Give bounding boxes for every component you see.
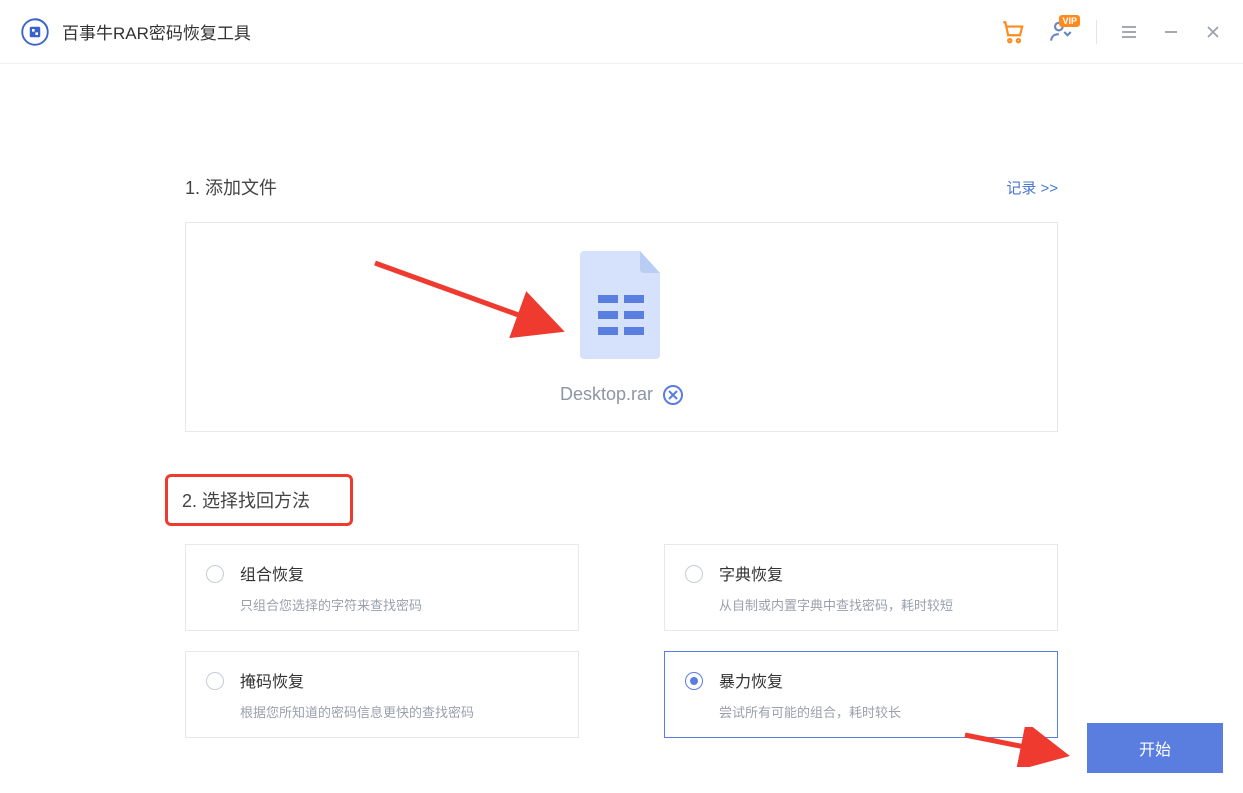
methods-grid: 组合恢复 只组合您选择的字符来查找密码 字典恢复 从自制或内置字典中查找密码，耗… <box>185 544 1058 738</box>
method-mask[interactable]: 掩码恢复 根据您所知道的密码信息更快的查找密码 <box>185 651 579 738</box>
method-title: 掩码恢复 <box>240 668 474 692</box>
radio-bruteforce[interactable] <box>685 672 703 690</box>
start-button[interactable]: 开始 <box>1087 723 1223 773</box>
method-desc: 从自制或内置字典中查找密码，耗时较短 <box>719 595 953 614</box>
radio-dictionary[interactable] <box>685 565 703 583</box>
titlebar-actions: VIP <box>1000 19 1223 45</box>
menu-icon[interactable] <box>1119 19 1139 45</box>
minimize-icon[interactable] <box>1161 19 1181 45</box>
method-desc: 根据您所知道的密码信息更快的查找密码 <box>240 702 474 721</box>
method-bruteforce[interactable]: 暴力恢复 尝试所有可能的组合，耗时较长 <box>664 651 1058 738</box>
step1-title: 1. 添加文件 <box>185 174 277 200</box>
user-icon[interactable]: VIP <box>1048 19 1074 45</box>
vip-badge: VIP <box>1059 15 1080 27</box>
main-content: 1. 添加文件 记录 >> Desktop.rar <box>0 64 1243 738</box>
app-logo <box>20 17 50 47</box>
method-title: 暴力恢复 <box>719 668 901 692</box>
method-dictionary[interactable]: 字典恢复 从自制或内置字典中查找密码，耗时较短 <box>664 544 1058 631</box>
cart-icon[interactable] <box>1000 19 1026 45</box>
method-title: 字典恢复 <box>719 561 953 585</box>
file-icon <box>576 249 668 370</box>
step2-title: 2. 选择找回方法 <box>182 487 310 513</box>
step1-header: 1. 添加文件 记录 >> <box>185 174 1058 200</box>
method-desc: 尝试所有可能的组合，耗时较长 <box>719 702 901 721</box>
close-icon[interactable] <box>1203 19 1223 45</box>
separator <box>1096 20 1097 44</box>
file-row: Desktop.rar <box>560 384 683 405</box>
titlebar: 百事牛RAR密码恢复工具 VIP <box>0 0 1243 64</box>
app-title: 百事牛RAR密码恢复工具 <box>62 19 251 44</box>
method-combination[interactable]: 组合恢复 只组合您选择的字符来查找密码 <box>185 544 579 631</box>
step2-highlight-box: 2. 选择找回方法 <box>165 474 353 526</box>
method-desc: 只组合您选择的字符来查找密码 <box>240 595 422 614</box>
radio-mask[interactable] <box>206 672 224 690</box>
method-title: 组合恢复 <box>240 561 422 585</box>
file-name: Desktop.rar <box>560 384 653 405</box>
file-drop-area[interactable]: Desktop.rar <box>185 222 1058 432</box>
records-link[interactable]: 记录 >> <box>1006 177 1058 198</box>
remove-file-button[interactable] <box>663 385 683 405</box>
radio-combination[interactable] <box>206 565 224 583</box>
